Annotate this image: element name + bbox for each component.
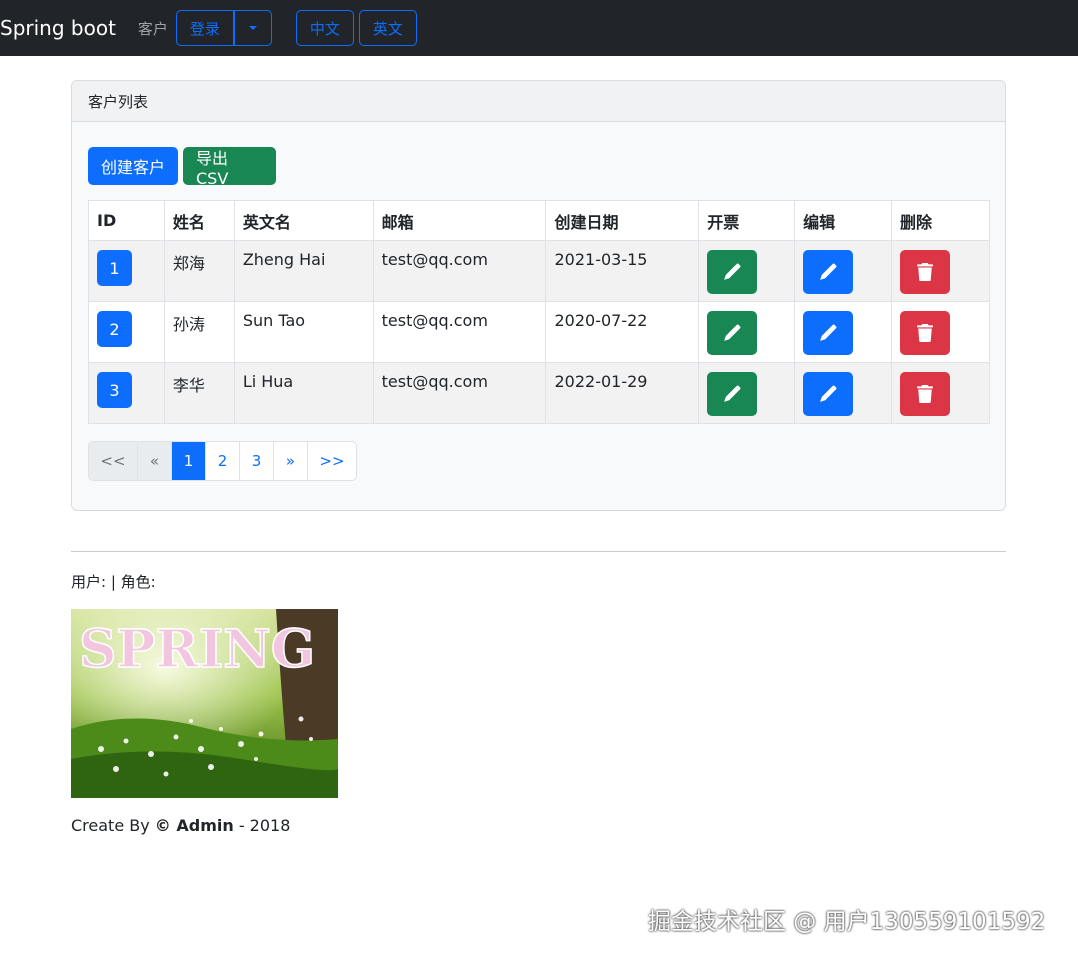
top-navbar: Spring boot 客户 登录 中文 英文 — [0, 0, 1078, 56]
customer-english-name: Zheng Hai — [242, 250, 326, 269]
page-first[interactable]: << — [89, 442, 138, 480]
delete-button[interactable] — [900, 250, 951, 294]
language-english-button[interactable]: 英文 — [358, 10, 417, 46]
column-header: 英文名 — [233, 200, 374, 241]
export-csv-button[interactable]: 导出 CSV — [183, 147, 276, 188]
trash-icon — [917, 263, 933, 281]
page-number-1[interactable]: 1 — [172, 442, 206, 480]
footer-year: - 2018 — [233, 816, 291, 835]
footer: Create By © Admin - 2018 — [71, 816, 290, 835]
pencil-icon — [820, 263, 837, 280]
trash-icon — [917, 324, 933, 342]
column-header: ID — [88, 200, 165, 241]
page-last[interactable]: >> — [308, 442, 356, 480]
page-number-2[interactable]: 2 — [206, 442, 240, 480]
pencil-icon — [820, 324, 837, 341]
login-button[interactable]: 登录 — [175, 10, 234, 46]
card-header: 客户列表 — [72, 81, 1005, 122]
create-customer-button[interactable]: 创建客户 — [88, 147, 178, 185]
language-chinese-button[interactable]: 中文 — [295, 10, 354, 46]
customer-name: 孙涛 — [172, 315, 205, 334]
column-header: 开票 — [698, 200, 796, 241]
delete-button[interactable] — [900, 311, 951, 355]
customer-created-date: 2022-01-29 — [554, 372, 648, 391]
pencil-icon — [724, 324, 741, 341]
spring-banner-image: SPRING — [71, 609, 338, 798]
customer-name: 李华 — [172, 376, 205, 395]
card-toolbar: 创建客户 导出 CSV — [88, 147, 276, 188]
invoice-button[interactable] — [707, 250, 758, 294]
edit-button[interactable] — [803, 250, 854, 294]
divider — [71, 551, 1006, 552]
column-header: 邮箱 — [372, 200, 547, 241]
customer-email: test@qq.com — [381, 372, 488, 391]
brand-logo[interactable]: Spring boot — [0, 16, 116, 40]
customer-id-badge[interactable]: 2 — [97, 311, 132, 347]
page-next[interactable]: » — [274, 442, 308, 480]
user-role-text: 用户: | 角色: — [71, 573, 156, 591]
customer-name: 郑海 — [172, 254, 205, 273]
table-row: 2 孙涛 Sun Tao test@qq.com 2020-07-22 — [88, 301, 990, 363]
page-number-3[interactable]: 3 — [240, 442, 274, 480]
trash-icon — [917, 385, 933, 403]
pencil-icon — [724, 385, 741, 402]
table-header-row: ID 姓名 英文名 邮箱 创建日期 开票 编辑 删除 — [88, 200, 990, 241]
customer-english-name: Sun Tao — [242, 311, 306, 330]
pencil-icon — [724, 263, 741, 280]
column-header: 编辑 — [794, 200, 893, 241]
column-header: 姓名 — [163, 200, 235, 241]
edit-button[interactable] — [803, 372, 854, 416]
page-prev[interactable]: « — [138, 442, 172, 480]
customer-english-name: Li Hua — [242, 372, 294, 391]
login-dropdown-toggle[interactable] — [233, 10, 272, 46]
column-header: 删除 — [891, 200, 990, 241]
customer-created-date: 2021-03-15 — [554, 250, 648, 269]
spring-title-text: SPRING — [79, 619, 315, 680]
invoice-button[interactable] — [707, 311, 758, 355]
pencil-icon — [820, 385, 837, 402]
edit-button[interactable] — [803, 311, 854, 355]
pagination: << « 1 2 3 » >> — [88, 441, 357, 481]
watermark: 掘金技术社区 @ 用户130559101592 — [648, 909, 1046, 935]
footer-author: © Admin — [154, 816, 234, 835]
customer-created-date: 2020-07-22 — [554, 311, 648, 330]
delete-button[interactable] — [900, 372, 951, 416]
customer-email: test@qq.com — [381, 250, 488, 269]
table-row: 1 郑海 Zheng Hai test@qq.com 2021-03-15 — [88, 240, 990, 302]
customer-id-badge[interactable]: 1 — [97, 250, 132, 286]
invoice-button[interactable] — [707, 372, 758, 416]
column-header: 创建日期 — [545, 200, 700, 241]
customer-list-card: 客户列表 创建客户 导出 CSV ID 姓名 英文名 邮箱 创建日期 开票 编辑… — [71, 80, 1006, 511]
customer-id-badge[interactable]: 3 — [97, 372, 132, 408]
customer-email: test@qq.com — [381, 311, 488, 330]
table-row: 3 李华 Li Hua test@qq.com 2022-01-29 — [88, 362, 990, 424]
nav-customer-link[interactable]: 客户 — [138, 18, 168, 39]
caret-down-icon — [248, 26, 257, 30]
customer-table: ID 姓名 英文名 邮箱 创建日期 开票 编辑 删除 1 郑海 Zheng Ha… — [88, 200, 990, 424]
footer-prefix: Create By — [71, 816, 155, 835]
